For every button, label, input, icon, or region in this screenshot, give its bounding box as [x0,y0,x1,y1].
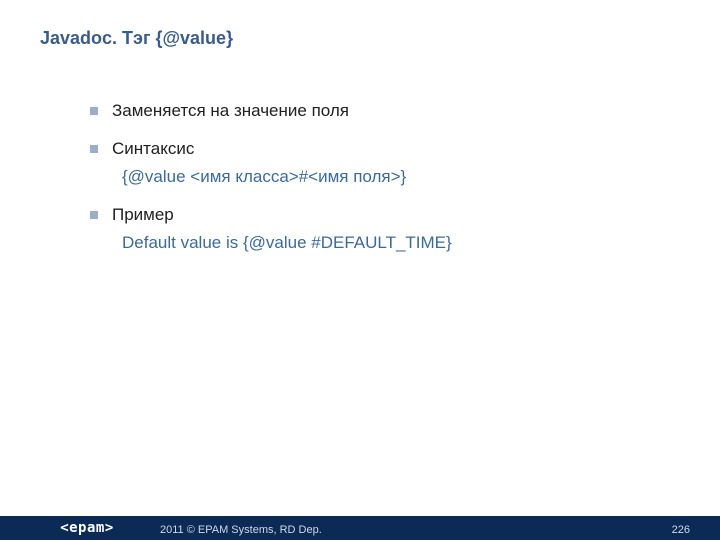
list-item: Заменяется на значение поля [90,100,650,122]
content-area: Заменяется на значение поля Синтаксис {@… [90,100,650,270]
copyright: 2011 © EPAM Systems, RD Dep. [160,524,322,536]
copyright-year: 2011 [160,524,184,536]
copyright-symbol: © [187,524,195,536]
bullet-row: Заменяется на значение поля [90,100,650,122]
list-item: Синтаксис {@value <имя класса>#<имя поля… [90,138,650,188]
slide: Javadoc. Тэг {@value} Заменяется на знач… [0,0,720,540]
bullet-icon [90,211,98,219]
logo-epam: <epam> [46,518,128,538]
bullet-row: Пример [90,204,650,226]
item-text: Синтаксис [112,138,194,160]
list-item: Пример Default value is {@value #DEFAULT… [90,204,650,254]
bullet-icon [90,145,98,153]
item-text: Заменяется на значение поля [112,100,349,122]
item-subtext: Default value is {@value #DEFAULT_TIME} [122,232,650,254]
copyright-text: EPAM Systems, RD Dep. [198,524,322,536]
slide-title: Javadoc. Тэг {@value} [40,28,233,49]
bullet-row: Синтаксис [90,138,650,160]
item-subtext: {@value <имя класса>#<имя поля>} [122,166,650,188]
footer: <epam> 2011 © EPAM Systems, RD Dep. 226 [0,504,720,540]
item-text: Пример [112,204,174,226]
page-number: 226 [672,524,690,536]
bullet-icon [90,107,98,115]
